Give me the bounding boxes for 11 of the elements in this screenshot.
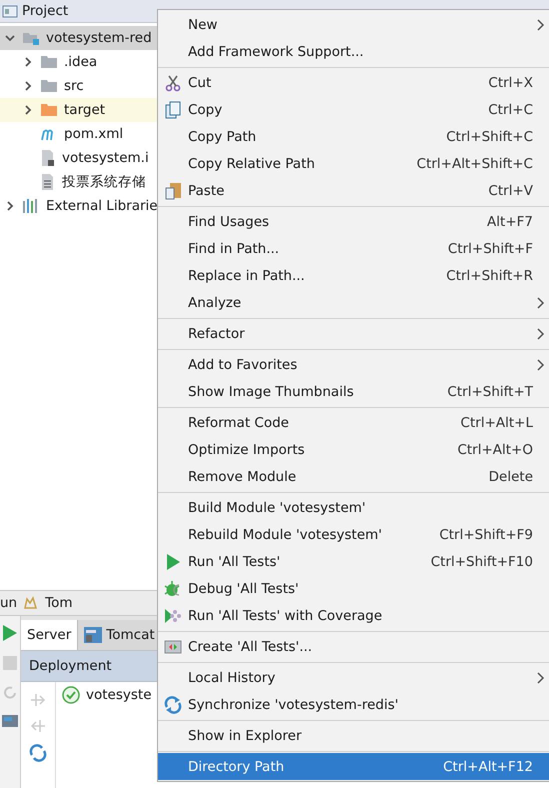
tree-label: votesystem-red — [46, 30, 152, 46]
tree-label: src — [64, 78, 84, 94]
deployment-label: votesyste — [86, 687, 152, 703]
tree-label: votesystem.i — [62, 150, 149, 166]
tree-label: .idea — [64, 54, 98, 70]
tree-label: pom.xml — [64, 126, 124, 142]
tree-label: External Librarie — [46, 198, 158, 214]
panel-title: Project — [22, 3, 68, 19]
tree-label: 投票系统存储 — [62, 173, 146, 191]
tree-label: target — [64, 102, 106, 118]
run-title: un — [0, 595, 18, 611]
